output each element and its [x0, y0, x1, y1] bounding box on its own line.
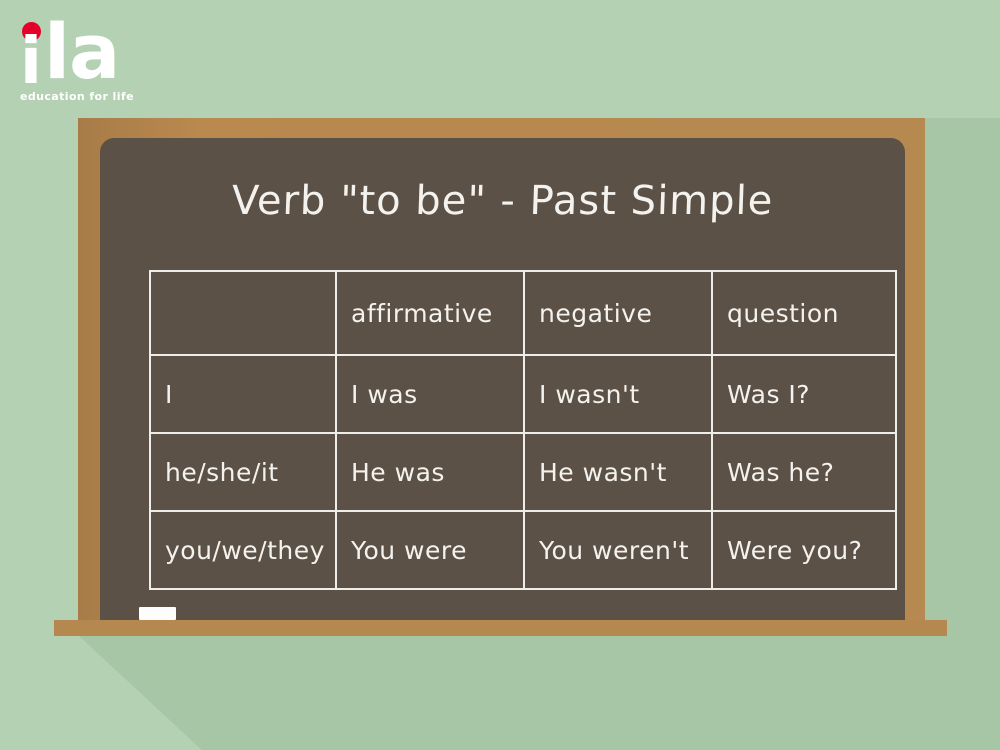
cell-question-i: Was I? — [711, 354, 897, 434]
table-header-blank — [149, 270, 337, 356]
chalkboard: Verb "to be" - Past Simple affirmative n… — [78, 118, 925, 620]
page-title: Verb "to be" - Past Simple — [230, 178, 775, 224]
row-subject-he-she-it: he/she/it — [149, 432, 337, 512]
cell-negative-he-she-it: He wasn't — [523, 432, 713, 512]
logo-letter-i: i — [20, 25, 42, 99]
row-subject-i: I — [149, 354, 337, 434]
logo-tagline: education for life — [20, 90, 134, 103]
cell-negative-i: I wasn't — [523, 354, 713, 434]
table-row: you/we/they You were You weren't Were yo… — [149, 510, 897, 590]
table-header-negative: negative — [523, 270, 713, 356]
cell-affirmative-he-she-it: He was — [335, 432, 525, 512]
verb-conjugation-table: affirmative negative question I I was I … — [149, 270, 897, 590]
chalkboard-surface: Verb "to be" - Past Simple affirmative n… — [100, 138, 905, 620]
table-header-question: question — [711, 270, 897, 356]
ila-logo: i la education for life — [18, 14, 178, 109]
cell-question-he-she-it: Was he? — [711, 432, 897, 512]
table-header-row: affirmative negative question — [149, 270, 897, 356]
cell-affirmative-you-we-they: You were — [335, 510, 525, 590]
chalk-tray — [54, 620, 947, 636]
table-header-affirmative: affirmative — [335, 270, 525, 356]
cell-question-you-we-they: Were you? — [711, 510, 897, 590]
cell-negative-you-we-they: You weren't — [523, 510, 713, 590]
table-row: he/she/it He was He wasn't Was he? — [149, 432, 897, 512]
poster-canvas: i la education for life Verb "to be" - P… — [0, 0, 1000, 750]
cell-affirmative-i: I was — [335, 354, 525, 434]
table-row: I I was I wasn't Was I? — [149, 354, 897, 434]
chalk-stick-icon — [139, 607, 176, 620]
logo-wordmark: i la — [18, 7, 128, 97]
logo-letters-la: la — [44, 7, 120, 96]
row-subject-you-we-they: you/we/they — [149, 510, 337, 590]
